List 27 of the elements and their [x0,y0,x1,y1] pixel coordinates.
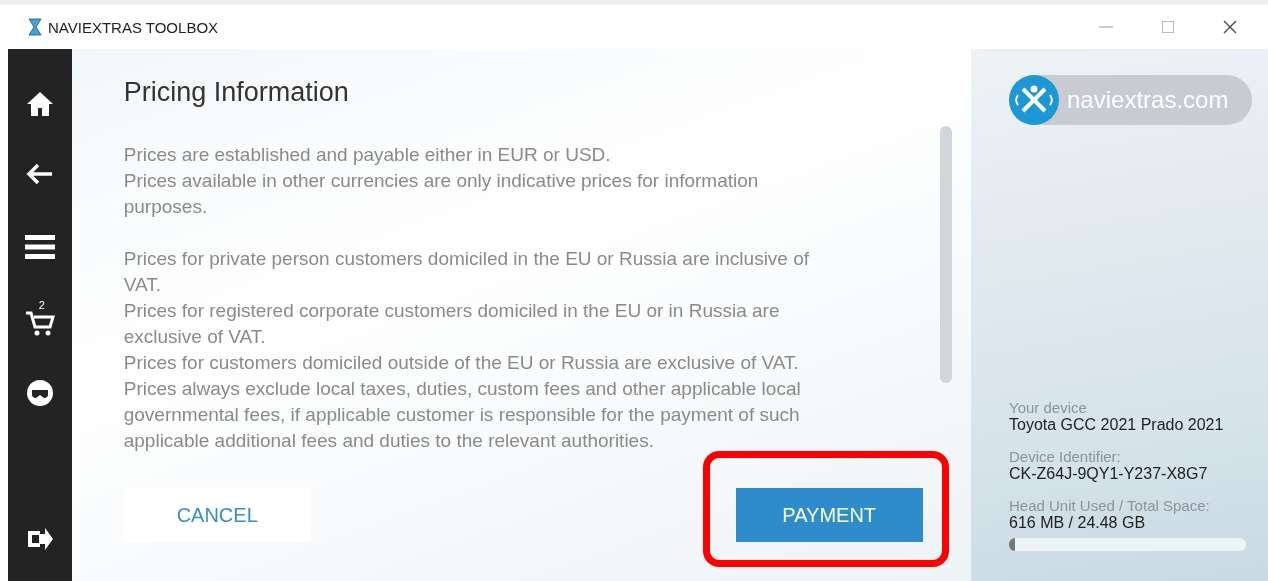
pricing-text: Prices for private person customers domiciled in the EU or Russia are inclusive of VAT. [123,247,811,297]
pricing-text: Prices for customers domiciled outside of the EU or Russia are exclusive of VAT. [123,351,800,375]
window-title: NAVIEXTRAS TOOLBOX [48,18,220,36]
page-title: Pricing Information [123,77,350,108]
figure-logo-icon [1009,75,1059,125]
info-value: 616 MB / 24.48 GB [1009,514,1147,532]
pricing-text: Prices are established and payable either in EUR or USD. [123,143,612,167]
cancel-button[interactable]: CANCEL [123,488,311,542]
logo-text: naviextras.com [1067,86,1229,114]
back-arrow-icon[interactable] [25,163,54,185]
logout-icon[interactable] [25,527,54,551]
mask-face-icon[interactable] [25,379,54,407]
pricing-text: Prices always exclude local taxes, duties, custom fees and other applicable local governmental fees, if applicable customer is responsible for the payment of such applicable additional fees and duties to the relevant authorities. [123,377,802,453]
payment-button[interactable]: PAYMENT [735,488,923,542]
cart-count: 2 [38,299,45,311]
app-logo-icon [28,18,42,36]
info-value: CK-Z64J-9QY1-Y237-X8G7 [1009,465,1209,483]
info-value: Toyota GCC 2021 Prado 2021 [1009,416,1225,434]
home-icon[interactable] [25,91,54,117]
pricing-text: Prices available in other currencies are only indicative prices for information purposes. [123,169,760,219]
info-label: Device Identifier: [1009,448,1122,465]
close-icon[interactable] [1223,20,1237,34]
pricing-text: Prices for registered corporate customers domiciled in the EU or in Russia are exclusive of VAT. [123,299,781,349]
scrollbar-thumb[interactable] [939,126,952,383]
info-label: Head Unit Used / Total Space: [1009,497,1211,514]
menu-icon[interactable] [24,235,55,259]
info-label: Your device [1009,399,1088,416]
